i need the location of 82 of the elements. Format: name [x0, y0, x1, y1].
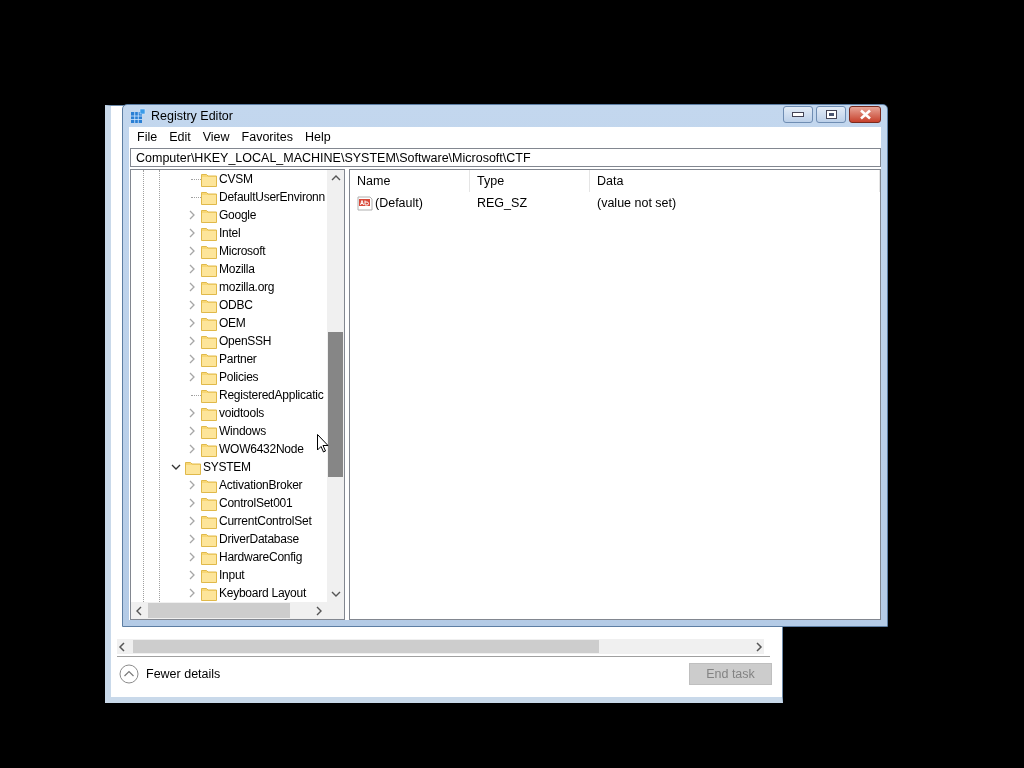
scroll-down-icon[interactable] — [330, 589, 341, 599]
folder-icon — [201, 369, 217, 385]
folder-icon — [201, 243, 217, 259]
tree-item[interactable]: Intel — [131, 224, 327, 242]
folder-icon — [201, 207, 217, 223]
scroll-up-icon[interactable] — [330, 173, 341, 183]
folder-icon — [201, 387, 217, 403]
folder-icon — [185, 459, 201, 475]
close-button[interactable] — [849, 105, 881, 123]
column-header[interactable]: Name — [350, 170, 470, 192]
tree-item[interactable]: ActivationBroker — [131, 476, 327, 494]
tree-item[interactable]: OpenSSH — [131, 332, 327, 350]
column-header[interactable]: Data — [590, 170, 880, 192]
tree-item[interactable]: Policies — [131, 368, 327, 386]
scroll-left-icon[interactable] — [134, 605, 144, 616]
folder-icon — [201, 405, 217, 421]
folder-icon — [201, 567, 217, 583]
fewer-details-link[interactable]: Fewer details — [119, 664, 221, 684]
scrollbar-thumb[interactable] — [148, 603, 290, 618]
folder-icon — [201, 585, 217, 601]
tree-item[interactable]: CVSM — [131, 170, 327, 188]
folder-icon — [201, 261, 217, 277]
address-bar[interactable]: Computer\HKEY_LOCAL_MACHINE\SYSTEM\Software\Microsoft\CTF — [130, 148, 881, 167]
folder-icon — [201, 513, 217, 529]
tree-item[interactable]: OEM — [131, 314, 327, 332]
menu-item[interactable]: Edit — [163, 130, 197, 144]
registry-editor-icon — [130, 108, 146, 124]
folder-icon — [201, 423, 217, 439]
scrollbar-thumb[interactable] — [133, 640, 599, 653]
folder-icon — [201, 531, 217, 547]
tree-item[interactable]: HardwareConfig — [131, 548, 327, 566]
folder-icon — [201, 441, 217, 457]
vertical-scrollbar[interactable] — [327, 170, 344, 602]
tree-item[interactable]: DriverDatabase — [131, 530, 327, 548]
folder-icon — [201, 189, 217, 205]
folder-icon — [201, 549, 217, 565]
scrollbar-thumb[interactable] — [328, 332, 343, 477]
tree-item[interactable]: CurrentControlSet — [131, 512, 327, 530]
folder-icon — [201, 171, 217, 187]
horizontal-scrollbar[interactable] — [131, 602, 327, 619]
minimize-button[interactable] — [783, 105, 813, 123]
folder-icon — [201, 495, 217, 511]
tree-item[interactable]: Google — [131, 206, 327, 224]
tree-item[interactable]: ControlSet001 — [131, 494, 327, 512]
tree-item[interactable]: Windows — [131, 422, 327, 440]
tree-item[interactable]: ODBC — [131, 296, 327, 314]
tree-item[interactable]: Mozilla — [131, 260, 327, 278]
menu-item[interactable]: Favorites — [235, 130, 299, 144]
maximize-button[interactable] — [816, 105, 846, 123]
value-type: REG_SZ — [476, 194, 528, 212]
close-icon — [858, 108, 872, 120]
folder-icon — [201, 297, 217, 313]
tree-item[interactable]: SYSTEM — [131, 458, 327, 476]
folder-icon — [201, 225, 217, 241]
value-name[interactable]: (Default) — [375, 195, 423, 210]
tree-item[interactable]: Microsoft — [131, 242, 327, 260]
maximize-icon — [825, 109, 837, 119]
folder-icon — [201, 477, 217, 493]
folder-icon — [201, 279, 217, 295]
minimize-icon — [792, 111, 804, 117]
scroll-right-icon[interactable] — [754, 641, 764, 652]
folder-icon — [201, 333, 217, 349]
string-value-icon — [357, 194, 373, 211]
menu-item[interactable]: View — [196, 130, 236, 144]
folder-icon — [201, 315, 217, 331]
menu-item[interactable]: File — [131, 130, 164, 144]
tree-item[interactable]: voidtools — [131, 404, 327, 422]
menu-item[interactable]: Help — [299, 130, 337, 144]
folder-icon — [201, 351, 217, 367]
tree-item[interactable]: Keyboard Layout — [131, 584, 327, 602]
value-data: (value not set) — [596, 194, 678, 212]
tree-item[interactable]: Partner — [131, 350, 327, 368]
horizontal-scrollbar[interactable] — [117, 639, 764, 654]
scroll-right-icon[interactable] — [314, 605, 324, 616]
scroll-left-icon[interactable] — [117, 641, 127, 652]
tree-item[interactable]: mozilla.org — [131, 278, 327, 296]
tree-item[interactable]: DefaultUserEnvironn — [131, 188, 327, 206]
column-header[interactable]: Type — [470, 170, 590, 192]
tree-item[interactable]: Input — [131, 566, 327, 584]
tree-item[interactable]: RegisteredApplicatic — [131, 386, 327, 404]
window-title: Registry Editor — [151, 109, 233, 123]
cursor-icon — [317, 434, 329, 453]
